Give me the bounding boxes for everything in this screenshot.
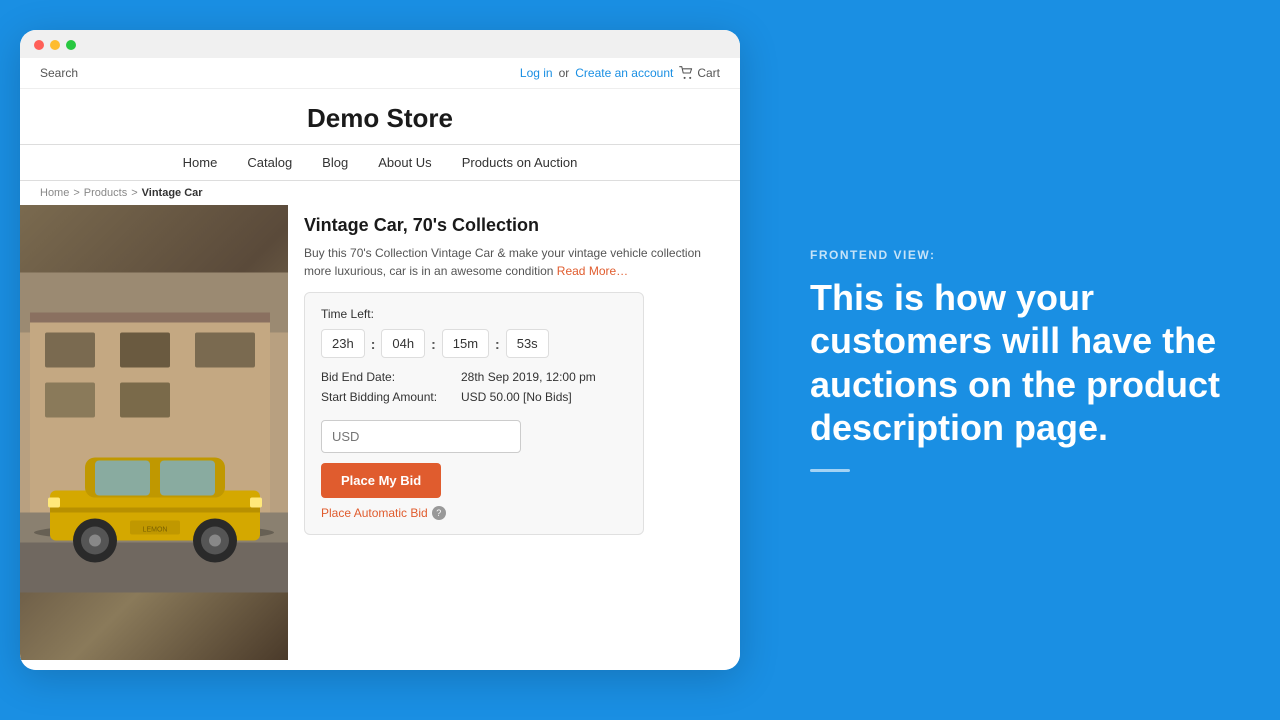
dot-yellow[interactable] — [50, 40, 60, 50]
breadcrumb-sep1: > — [73, 187, 79, 199]
login-link[interactable]: Log in — [520, 66, 553, 80]
bid-input[interactable] — [321, 420, 521, 453]
product-desc-text: Buy this 70's Collection Vintage Car & m… — [304, 246, 701, 278]
store-topbar: Search Log in or Create an account Cart — [20, 58, 740, 89]
store-content: Search Log in or Create an account Cart … — [20, 58, 740, 670]
timer-row: 23h : 04h : 15m : 53s — [321, 329, 627, 358]
or-label: or — [559, 66, 570, 80]
product-area: LEMON Vintage Car, 70's Collection Buy t… — [20, 205, 740, 670]
svg-text:LEMON: LEMON — [143, 527, 168, 534]
main-headline: This is how your customers will have the… — [810, 276, 1230, 449]
start-bidding-label: Start Bidding Amount: — [321, 390, 461, 404]
breadcrumb: Home > Products > Vintage Car — [20, 181, 740, 205]
browser-panel: Search Log in or Create an account Cart … — [0, 0, 760, 720]
browser-window: Search Log in or Create an account Cart … — [20, 30, 740, 670]
dot-red[interactable] — [34, 40, 44, 50]
breadcrumb-sep2: > — [131, 187, 137, 199]
right-panel: FRONTEND VIEW: This is how your customer… — [760, 0, 1280, 720]
nav-home[interactable]: Home — [183, 155, 218, 170]
timer-sep2: : — [431, 336, 436, 352]
auto-bid-label: Place Automatic Bid — [321, 506, 428, 520]
frontend-view-label: FRONTEND VIEW: — [810, 248, 1230, 262]
product-description: Buy this 70's Collection Vintage Car & m… — [304, 244, 720, 280]
vintage-car-image: LEMON — [20, 205, 288, 660]
cart-wrap[interactable]: Cart — [679, 66, 720, 80]
browser-chrome — [20, 30, 740, 58]
browser-dots — [34, 40, 726, 50]
timer-minutes: 15m — [442, 329, 489, 358]
read-more-link[interactable]: Read More… — [557, 264, 628, 278]
start-bidding-value: USD 50.00 [No Bids] — [461, 390, 572, 404]
bid-end-label: Bid End Date: — [321, 370, 461, 384]
timer-seconds: 53s — [506, 329, 549, 358]
nav-blog[interactable]: Blog — [322, 155, 348, 170]
store-nav: Home Catalog Blog About Us Products on A… — [20, 145, 740, 181]
breadcrumb-products[interactable]: Products — [84, 187, 127, 199]
timer-sep1: : — [371, 336, 376, 352]
cart-icon — [679, 66, 693, 80]
product-title: Vintage Car, 70's Collection — [304, 215, 720, 236]
time-left-label: Time Left: — [321, 307, 627, 321]
product-details: Vintage Car, 70's Collection Buy this 70… — [304, 205, 720, 660]
bid-end-row: Bid End Date: 28th Sep 2019, 12:00 pm — [321, 370, 627, 384]
divider-line — [810, 469, 850, 472]
breadcrumb-home[interactable]: Home — [40, 187, 69, 199]
timer-sep3: : — [495, 336, 500, 352]
breadcrumb-current: Vintage Car — [142, 187, 203, 199]
timer-hours2: 04h — [381, 329, 425, 358]
cart-label: Cart — [697, 66, 720, 80]
nav-products-on-auction[interactable]: Products on Auction — [462, 155, 578, 170]
product-image: LEMON — [20, 205, 288, 660]
bid-end-value: 28th Sep 2019, 12:00 pm — [461, 370, 596, 384]
search-label[interactable]: Search — [40, 66, 78, 80]
dot-green[interactable] — [66, 40, 76, 50]
timer-hours1: 23h — [321, 329, 365, 358]
help-icon: ? — [432, 506, 446, 520]
place-bid-button[interactable]: Place My Bid — [321, 463, 441, 498]
auto-bid-link[interactable]: Place Automatic Bid ? — [321, 506, 627, 520]
create-account-link[interactable]: Create an account — [575, 66, 673, 80]
auction-box: Time Left: 23h : 04h : 15m : 53s Bid End… — [304, 292, 644, 535]
start-bidding-row: Start Bidding Amount: USD 50.00 [No Bids… — [321, 390, 627, 404]
store-title: Demo Store — [20, 89, 740, 145]
nav-catalog[interactable]: Catalog — [247, 155, 292, 170]
nav-about-us[interactable]: About Us — [378, 155, 431, 170]
